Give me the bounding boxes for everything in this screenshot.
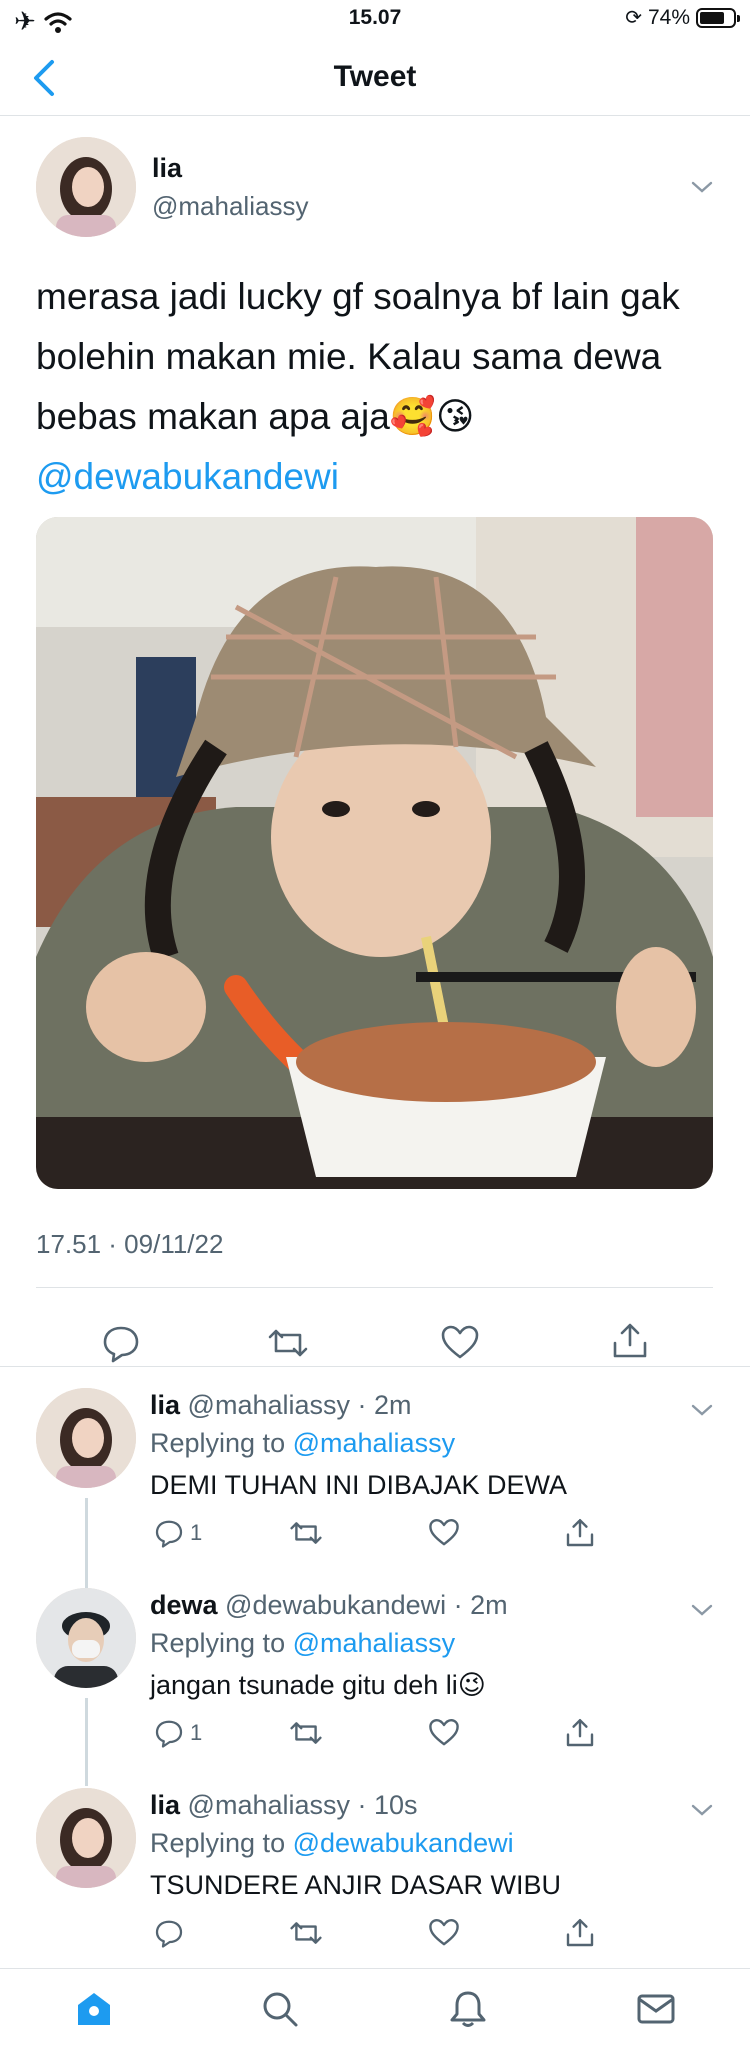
status-bar: ✈ 15.07 ⟳ 74% — [0, 0, 750, 40]
avatar-photo — [36, 1788, 136, 1888]
reply-author-name[interactable]: lia — [150, 1790, 180, 1820]
reply-button[interactable]: 1 — [154, 1716, 202, 1750]
battery-percent: 74% — [647, 5, 690, 29]
share-icon[interactable] — [564, 1916, 596, 1950]
reply-author-name[interactable]: dewa — [150, 1590, 218, 1620]
reply-meta: @mahaliassy · 2m — [187, 1390, 412, 1420]
avatar[interactable] — [36, 1588, 136, 1688]
reply-actions: 1 — [150, 1516, 710, 1556]
avatar[interactable] — [36, 1388, 136, 1488]
reply-header: dewa @dewabukandewi · 2m — [150, 1590, 508, 1621]
tweet-timestamp: 17.51 · 09/11/22 — [36, 1229, 224, 1259]
retweet-icon[interactable] — [268, 1323, 308, 1363]
reply-header: lia @mahaliassy · 2m — [150, 1390, 412, 1421]
divider — [0, 1366, 750, 1367]
share-icon[interactable] — [610, 1321, 650, 1361]
replying-to-link[interactable]: @mahaliassy — [293, 1428, 455, 1458]
reply-icon — [155, 1920, 183, 1948]
battery-icon — [696, 7, 740, 28]
replying-to: Replying to @dewabukandewi — [150, 1828, 514, 1859]
thread-connector — [85, 1698, 88, 1786]
tab-bar — [0, 1968, 750, 2048]
reply-header: lia @mahaliassy · 10s — [150, 1790, 418, 1821]
reply-meta: @mahaliassy · 10s — [187, 1790, 418, 1820]
reply-count: 1 — [190, 1520, 203, 1545]
like-icon[interactable] — [440, 1323, 480, 1363]
mention-link[interactable]: @dewabukandewi — [36, 456, 339, 497]
chevron-down-icon[interactable] — [690, 1802, 714, 1818]
share-icon[interactable] — [564, 1516, 596, 1550]
avatar-photo — [36, 137, 136, 237]
replying-to-label: Replying to — [150, 1428, 286, 1458]
retweet-icon[interactable] — [290, 1516, 322, 1550]
replying-to: Replying to @mahaliassy — [150, 1628, 455, 1659]
replying-to-label: Replying to — [150, 1828, 286, 1858]
reply-text: jangan tsunade gitu deh li😉 — [150, 1670, 486, 1700]
reply-button[interactable]: 1 — [154, 1516, 202, 1550]
author-name[interactable]: lia — [152, 153, 182, 184]
chevron-down-icon[interactable] — [690, 1602, 714, 1618]
messages-mail-icon[interactable] — [634, 1987, 678, 2031]
home-icon[interactable] — [72, 1987, 116, 2031]
like-icon[interactable] — [428, 1916, 460, 1950]
retweet-icon[interactable] — [290, 1716, 322, 1750]
chevron-down-icon[interactable] — [690, 179, 714, 195]
nav-bar: Tweet — [0, 40, 750, 116]
photo-man-eating-noodles — [36, 517, 713, 1189]
reply-icon[interactable] — [101, 1323, 141, 1363]
thread-connector — [85, 1498, 88, 1588]
reply-text: DEMI TUHAN INI DIBAJAK DEWA — [150, 1470, 568, 1500]
reply-count: 1 — [190, 1720, 203, 1745]
replying-to-link[interactable]: @mahaliassy — [293, 1628, 455, 1658]
notifications-bell-icon[interactable] — [446, 1987, 490, 2031]
replying-to: Replying to @mahaliassy — [150, 1428, 455, 1459]
share-icon[interactable] — [564, 1716, 596, 1750]
replying-to-link[interactable]: @dewabukandewi — [293, 1828, 514, 1858]
tweet-text: merasa jadi lucky gf soalnya bf lain gak… — [36, 267, 716, 507]
tweet-body: merasa jadi lucky gf soalnya bf lain gak… — [36, 276, 680, 437]
reply-meta: @dewabukandewi · 2m — [225, 1590, 508, 1620]
divider — [36, 1287, 713, 1288]
chevron-down-icon[interactable] — [690, 1402, 714, 1418]
avatar[interactable] — [36, 1788, 136, 1888]
like-icon[interactable] — [428, 1516, 460, 1550]
reply-actions: 1 — [150, 1716, 710, 1756]
avatar[interactable] — [36, 137, 136, 237]
replying-to-label: Replying to — [150, 1628, 286, 1658]
reply-author-name[interactable]: lia — [150, 1390, 180, 1420]
like-icon[interactable] — [428, 1716, 460, 1750]
retweet-icon[interactable] — [290, 1916, 322, 1950]
tweet-actions — [0, 1297, 750, 1387]
search-icon[interactable] — [258, 1987, 302, 2031]
status-icons-right: ⟳ 74% — [625, 5, 740, 30]
author-handle[interactable]: @mahaliassy — [152, 191, 308, 222]
reply-button[interactable] — [154, 1916, 190, 1950]
reply-icon — [155, 1520, 183, 1548]
reply-text: TSUNDERE ANJIR DASAR WIBU — [150, 1870, 562, 1900]
reply-icon — [155, 1720, 183, 1748]
tweet-photo[interactable] — [36, 517, 713, 1189]
page-title: Tweet — [333, 60, 417, 93]
orientation-lock-icon: ⟳ — [625, 7, 642, 29]
reply-actions — [150, 1916, 710, 1956]
avatar-photo — [36, 1588, 136, 1688]
avatar-photo — [36, 1388, 136, 1488]
